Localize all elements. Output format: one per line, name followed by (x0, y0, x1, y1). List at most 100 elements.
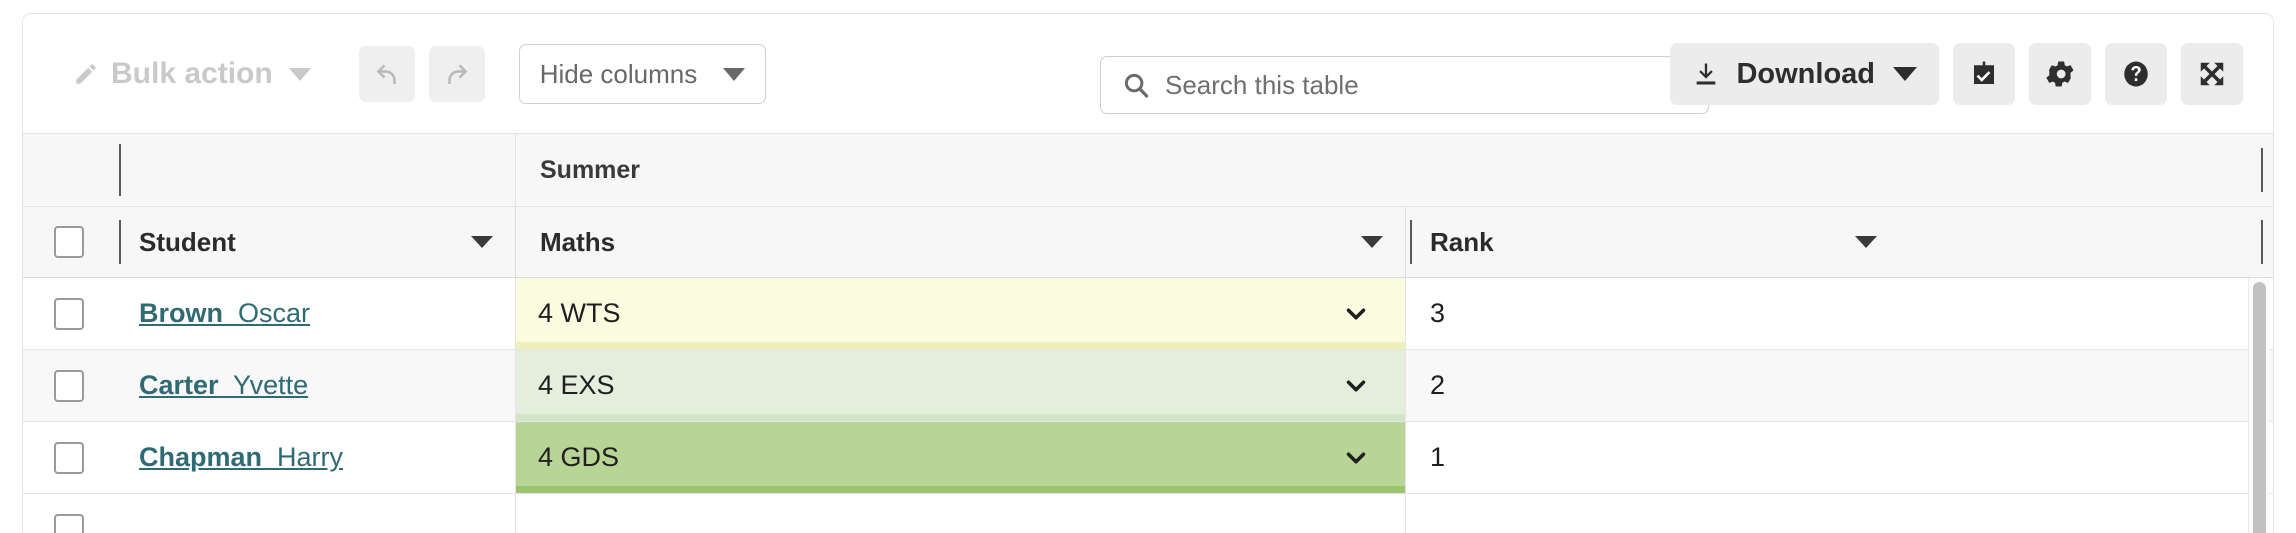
chevron-down-icon (1893, 67, 1917, 81)
column-resize-handle[interactable] (2261, 220, 2263, 264)
maths-grade-cell[interactable]: 4 WTS (516, 278, 1405, 349)
column-resize-handle[interactable] (119, 220, 121, 264)
toolbar-right-group: Download (1670, 14, 2243, 134)
maths-grade-cell[interactable]: 4 EXS (516, 350, 1405, 421)
table-card: Bulk action Hid (22, 13, 2274, 533)
expand-arrows-icon (2197, 59, 2227, 89)
row-select-cell (23, 350, 115, 421)
student-surname: Brown (139, 298, 223, 328)
row-select-checkbox[interactable] (54, 298, 84, 330)
checkbox-select-icon (1969, 59, 1999, 89)
column-group-header-row: Summer (23, 134, 2273, 207)
pencil-icon (73, 61, 99, 87)
help-button[interactable] (2105, 43, 2167, 105)
table-row: Carter Yvette 4 EXS 2 (23, 350, 2273, 422)
rank-value: 1 (1430, 442, 1445, 473)
column-header-maths[interactable]: Maths (516, 227, 1405, 258)
table-body: Brown Oscar 4 WTS 3 Carter Yvette 4 EXS 2 Chap… (23, 278, 2273, 533)
bulk-action-label: Bulk action (111, 57, 273, 91)
settings-button[interactable] (2029, 43, 2091, 105)
student-cell: Chapman Harry (115, 422, 515, 493)
student-cell: Carter Yvette (115, 350, 515, 421)
fullscreen-button[interactable] (2181, 43, 2243, 105)
gear-icon (2045, 59, 2075, 89)
grade-accent-bar (516, 414, 1405, 421)
column-header-row: Student Maths Rank (23, 207, 2273, 278)
search-box[interactable] (1100, 56, 1709, 114)
sort-dropdown-icon-rank[interactable] (1855, 236, 1877, 248)
maths-grade-cell[interactable] (516, 494, 1405, 533)
redo-arrow-icon (442, 59, 472, 89)
download-label: Download (1736, 58, 1875, 91)
group-header-summer: Summer (516, 156, 1405, 185)
data-table: Summer Student Maths (23, 134, 2273, 533)
student-cell: Brown Oscar (115, 278, 515, 349)
row-select-cell (23, 278, 115, 349)
row-select-cell (23, 422, 115, 493)
download-button[interactable]: Download (1670, 43, 1939, 105)
sort-dropdown-icon-maths[interactable] (1361, 236, 1383, 248)
select-mode-button[interactable] (1953, 43, 2015, 105)
select-all-checkbox[interactable] (54, 226, 84, 258)
search-icon (1121, 70, 1151, 100)
hide-columns-label: Hide columns (540, 59, 698, 90)
rank-cell: 2 (1406, 350, 2273, 421)
column-resize-handle[interactable] (119, 144, 121, 196)
row-select-checkbox[interactable] (54, 370, 84, 402)
redo-button[interactable] (429, 46, 485, 102)
column-header-rank[interactable]: Rank (1406, 220, 2273, 264)
table-row (23, 494, 2273, 533)
group-header-label: Summer (516, 156, 640, 185)
bulk-action-button[interactable]: Bulk action (59, 57, 325, 91)
student-name-link[interactable]: Brown Oscar (139, 298, 310, 329)
student-firstname: Yvette (219, 370, 309, 400)
student-name-link[interactable]: Chapman Harry (139, 442, 343, 473)
toolbar-left-group: Bulk action Hid (59, 14, 766, 134)
maths-grade-value: 4 WTS (516, 298, 621, 329)
rank-cell: 1 (1406, 422, 2273, 493)
grade-accent-bar (516, 486, 1405, 493)
table-toolbar: Bulk action Hid (23, 14, 2273, 134)
rank-cell: 3 (1406, 278, 2273, 349)
chevron-down-icon[interactable] (1341, 371, 1371, 401)
student-surname: Chapman (139, 442, 262, 472)
vertical-scrollbar[interactable] (2248, 278, 2269, 533)
chevron-down-icon (289, 68, 311, 81)
column-header-student-label: Student (139, 227, 236, 258)
hide-columns-button[interactable]: Hide columns (519, 44, 767, 104)
question-mark-icon (2121, 59, 2151, 89)
download-icon (1692, 60, 1720, 88)
maths-grade-value: 4 EXS (516, 370, 615, 401)
maths-grade-cell[interactable]: 4 GDS (516, 422, 1405, 493)
column-header-rank-label: Rank (1430, 227, 1494, 258)
group-header-rank-spacer (1405, 148, 2273, 192)
group-header-student-spacer (115, 144, 515, 196)
column-header-student[interactable]: Student (115, 220, 515, 264)
row-select-checkbox[interactable] (54, 514, 84, 533)
undo-redo-group (359, 46, 485, 102)
undo-button[interactable] (359, 46, 415, 102)
chevron-down-icon[interactable] (1341, 299, 1371, 329)
maths-grade-value: 4 GDS (516, 442, 619, 473)
search-input[interactable] (1165, 70, 1665, 101)
chevron-down-icon[interactable] (1341, 443, 1371, 473)
scrollbar-thumb[interactable] (2253, 282, 2266, 533)
student-surname: Carter (139, 370, 219, 400)
rank-value: 2 (1430, 370, 1445, 401)
column-header-maths-label: Maths (516, 227, 615, 258)
chevron-down-icon (723, 68, 745, 81)
sort-dropdown-icon-student[interactable] (471, 236, 493, 248)
column-resize-handle[interactable] (2261, 148, 2263, 192)
row-select-checkbox[interactable] (54, 442, 84, 474)
rank-cell (1406, 494, 2273, 533)
undo-arrow-icon (372, 59, 402, 89)
table-row: Chapman Harry 4 GDS 1 (23, 422, 2273, 494)
student-firstname: Harry (262, 442, 343, 472)
table-app: Bulk action Hid (0, 0, 2296, 522)
student-firstname: Oscar (223, 298, 310, 328)
table-row: Brown Oscar 4 WTS 3 (23, 278, 2273, 350)
column-resize-handle[interactable] (1410, 220, 1412, 264)
student-cell (115, 494, 515, 533)
rank-value: 3 (1430, 298, 1445, 329)
student-name-link[interactable]: Carter Yvette (139, 370, 308, 401)
